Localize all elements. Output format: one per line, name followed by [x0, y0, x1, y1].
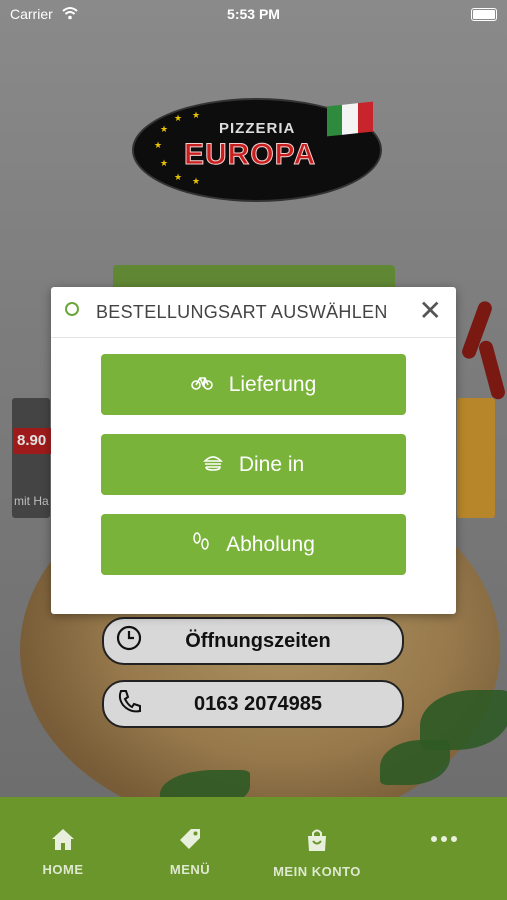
dialog-header: BESTELLUNGSART AUSWÄHLEN ✕: [51, 287, 456, 338]
bicycle-icon: [190, 374, 213, 395]
logo-europa-text: EUROPA: [183, 138, 317, 172]
chili-decor: [477, 339, 507, 401]
phone-button[interactable]: 0163 2074985: [102, 680, 404, 728]
opening-hours-button[interactable]: Öffnungszeiten: [102, 617, 404, 665]
tab-menu-label: MENÜ: [169, 862, 211, 877]
order-type-dialog: BESTELLUNGSART AUSWÄHLEN ✕ Lieferung Din…: [51, 287, 456, 614]
tab-home[interactable]: HOME: [13, 827, 113, 877]
pickup-label: Abholung: [226, 532, 315, 556]
battery-icon: [471, 8, 497, 21]
pizzeria-logo: ★ ★ ★ ★ ★ ★ ★ PIZZERIA EUROPA: [132, 98, 382, 202]
tab-home-label: HOME: [42, 862, 84, 877]
delivery-button[interactable]: Lieferung: [101, 354, 406, 415]
promo-card-right: [457, 398, 495, 518]
tag-icon: [140, 827, 240, 858]
star-icon: ★: [192, 176, 201, 186]
close-icon[interactable]: ✕: [419, 293, 442, 329]
star-icon: ★: [154, 140, 163, 150]
phone-number-label: 0163 2074985: [194, 692, 322, 715]
dialog-title: BESTELLUNGSART AUSWÄHLEN: [96, 302, 388, 322]
logo-pizzeria-text: PIZZERIA: [219, 120, 296, 137]
star-icon: ★: [174, 172, 183, 182]
tab-account[interactable]: MEIN KONTO: [267, 827, 367, 879]
star-icon: ★: [192, 110, 201, 120]
home-icon: [13, 827, 113, 858]
status-bar: Carrier 5:53 PM: [0, 0, 507, 28]
shopping-bag-icon: [267, 827, 367, 860]
promo-caption: mit Ha: [14, 494, 49, 508]
order-type-icon: [65, 302, 79, 316]
star-icon: ★: [160, 124, 169, 134]
tab-more[interactable]: [394, 827, 494, 862]
more-icon: [394, 827, 494, 858]
italian-flag-icon: [327, 101, 373, 137]
burger-icon: [202, 453, 223, 476]
dine-in-label: Dine in: [238, 452, 305, 476]
tab-account-label: MEIN KONTO: [273, 864, 361, 879]
footsteps-icon: [192, 532, 210, 557]
star-icon: ★: [160, 158, 169, 168]
dine-in-button[interactable]: Dine in: [101, 434, 406, 495]
clock-time: 5:53 PM: [227, 6, 280, 22]
opening-hours-label: Öffnungszeiten: [185, 629, 331, 652]
clock-icon: [104, 625, 154, 657]
bottom-tab-bar: HOME MENÜ MEIN KONTO: [0, 797, 507, 900]
pickup-button[interactable]: Abholung: [101, 514, 406, 575]
star-icon: ★: [174, 113, 183, 123]
tab-menu[interactable]: MENÜ: [140, 827, 240, 877]
delivery-label: Lieferung: [228, 372, 317, 396]
phone-icon: [104, 688, 154, 720]
